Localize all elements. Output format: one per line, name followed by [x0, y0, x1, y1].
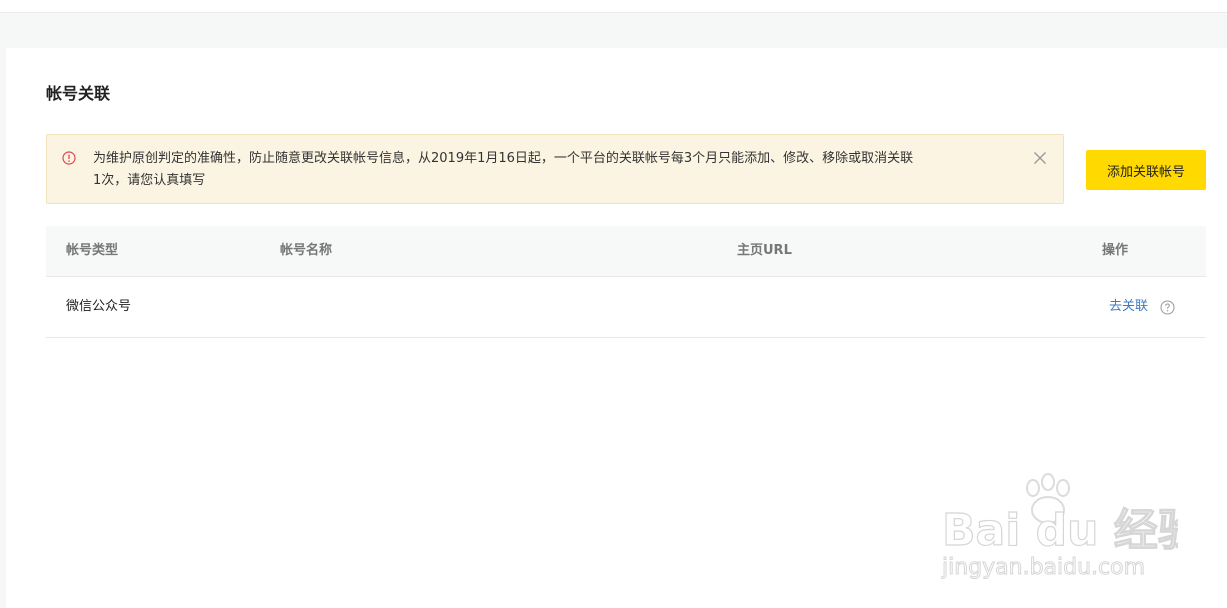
column-header-action: 操作: [1102, 243, 1129, 258]
notice-text-line1: 为维护原创判定的准确性，防止随意更改关联帐号信息，从2019年1月16日起，一个…: [93, 151, 914, 166]
table-row: 微信公众号 去关联: [46, 277, 1206, 338]
top-bar: [0, 0, 1227, 13]
add-linked-account-button[interactable]: 添加关联帐号: [1086, 150, 1206, 190]
go-link-button[interactable]: 去关联: [1109, 277, 1148, 337]
column-header-name: 帐号名称: [280, 243, 333, 258]
watermark-brand: Bai du 经验: [942, 505, 1178, 556]
question-circle-icon[interactable]: [1160, 300, 1175, 315]
notice-text: 为维护原创判定的准确性，防止随意更改关联帐号信息，从2019年1月16日起，一个…: [93, 148, 993, 192]
column-header-url: 主页URL: [737, 243, 792, 258]
column-header-type: 帐号类型: [66, 243, 119, 258]
baidu-jingyan-watermark: Bai du 经验 jingyan.baidu.com: [941, 473, 1178, 581]
cell-account-type: 微信公众号: [66, 299, 132, 314]
table-header: 帐号类型 帐号名称 主页URL 操作: [46, 226, 1206, 277]
warning-circle-icon: [62, 151, 76, 165]
page-title: 帐号关联: [46, 84, 111, 103]
close-icon[interactable]: [1032, 150, 1048, 166]
notice-text-line2: 1次，请您认真填写: [93, 173, 206, 188]
linked-accounts-table: 帐号类型 帐号名称 主页URL 操作 微信公众号 去关联: [46, 226, 1206, 338]
watermark-url: jingyan.baidu.com: [941, 555, 1145, 580]
notice-banner: 为维护原创判定的准确性，防止随意更改关联帐号信息，从2019年1月16日起，一个…: [46, 134, 1064, 204]
